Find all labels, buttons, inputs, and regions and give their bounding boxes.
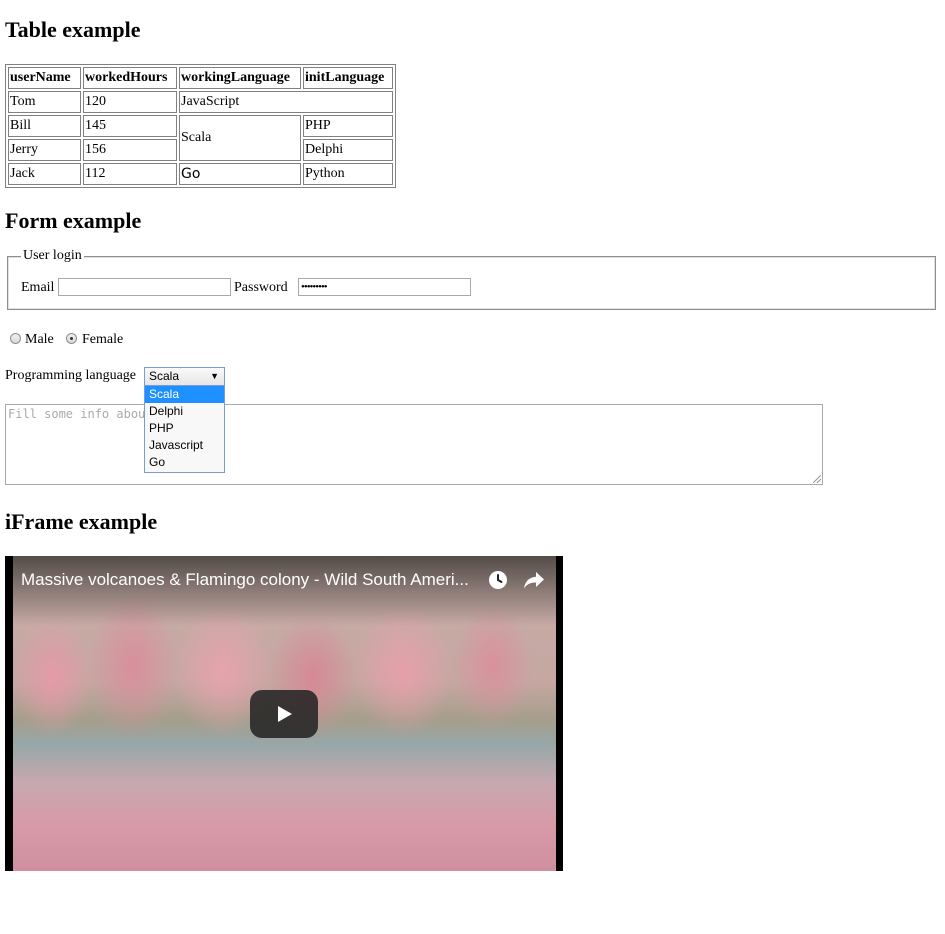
users-table: userName workedHours workingLanguage ini… — [5, 64, 396, 188]
dropdown-arrow-icon: ▼ — [210, 371, 219, 381]
cell-init-language: Delphi — [303, 139, 393, 161]
female-radio[interactable] — [66, 333, 77, 344]
table-example-heading: Table example — [5, 17, 141, 42]
iframe-example-heading: iFrame example — [5, 509, 158, 534]
fieldset-legend: User login — [21, 248, 84, 263]
email-label: Email — [21, 280, 55, 295]
cell-worked-hours: 120 — [83, 91, 177, 113]
option-go[interactable]: Go — [145, 454, 224, 471]
programming-language-label: Programming language — [5, 368, 137, 383]
table-row: Jack 112 Go Python — [8, 163, 393, 185]
title-overlay — [5, 556, 563, 626]
play-button[interactable] — [250, 690, 318, 738]
option-scala[interactable]: Scala — [145, 386, 224, 403]
table-row: Bill 145 Scala PHP — [8, 115, 393, 161]
cell-username: Jerry — [8, 139, 81, 161]
play-icon — [278, 706, 292, 722]
cell-username: Bill — [8, 115, 81, 137]
about-textarea[interactable]: Fill some info about yourself — [5, 404, 823, 485]
cell-working-language: Scala — [179, 115, 301, 161]
select-value: Scala — [149, 369, 180, 383]
option-javascript[interactable]: Javascript — [145, 437, 224, 454]
password-label: Password — [234, 280, 288, 295]
female-label: Female — [82, 332, 124, 347]
column-header: workingLanguage — [179, 67, 301, 89]
cell-worked-hours: 156 — [83, 139, 177, 161]
cell-init-language: PHP — [303, 115, 393, 137]
column-header: initLanguage — [303, 67, 393, 89]
cell-worked-hours: 112 — [83, 163, 177, 185]
column-header: userName — [8, 67, 81, 89]
language-options-list[interactable]: Scala Delphi PHP Javascript Go — [144, 385, 225, 473]
table-header-row: userName workedHours workingLanguage ini… — [8, 67, 393, 89]
programming-language-select[interactable]: Scala ▼ — [144, 367, 225, 386]
share-icon[interactable] — [523, 570, 545, 590]
video-title[interactable]: Massive volcanoes & Flamingo colony - Wi… — [21, 570, 469, 590]
cell-init-language: Python — [303, 163, 393, 185]
cell-worked-hours: 145 — [83, 115, 177, 137]
password-field[interactable]: ••••••••• — [298, 278, 471, 296]
column-header: workedHours — [83, 67, 177, 89]
form-example-heading: Form example — [5, 208, 142, 233]
table-row: Tom 120 JavaScript — [8, 91, 393, 113]
cell-username: Jack — [8, 163, 81, 185]
user-login-fieldset: User login Email Password ••••••••• — [7, 249, 936, 310]
option-php[interactable]: PHP — [145, 420, 224, 437]
option-delphi[interactable]: Delphi — [145, 403, 224, 420]
email-field[interactable] — [58, 278, 231, 296]
watch-later-icon[interactable] — [488, 570, 508, 590]
youtube-iframe[interactable]: Massive volcanoes & Flamingo colony - Wi… — [5, 556, 563, 871]
cell-working-language: Go — [179, 163, 301, 185]
resize-handle-icon[interactable] — [813, 475, 821, 483]
male-radio[interactable] — [10, 333, 21, 344]
cell-working-language: JavaScript — [179, 91, 393, 113]
cell-username: Tom — [8, 91, 81, 113]
male-label: Male — [25, 332, 54, 347]
